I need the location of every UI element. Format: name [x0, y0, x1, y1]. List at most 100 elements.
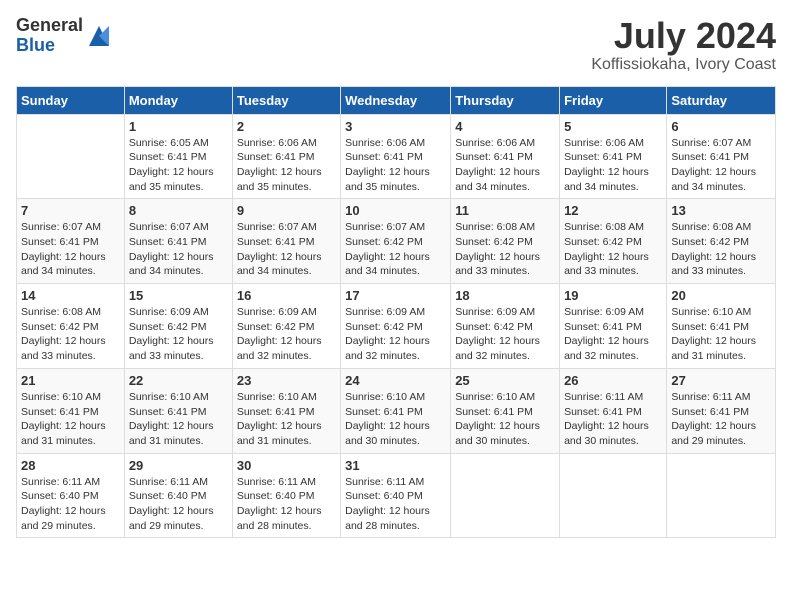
- calendar-cell: 2 Sunrise: 6:06 AMSunset: 6:41 PMDaylight…: [232, 114, 340, 199]
- logo-text: General Blue: [16, 16, 83, 56]
- header-row: SundayMondayTuesdayWednesdayThursdayFrid…: [17, 86, 776, 114]
- calendar-week-1: 1Sunrise: 6:05 AMSunset: 6:41 PMDaylight…: [17, 114, 776, 199]
- day-number: 19: [564, 288, 662, 303]
- calendar-cell: 31Sunrise: 6:11 AMSunset: 6:40 PMDayligh…: [341, 453, 451, 538]
- day-info: Sunrise: 6:07 AMSunset: 6:42 PMDaylight:…: [345, 220, 446, 279]
- calendar-week-4: 21 Sunrise: 6:10 AMSunset: 6:41 PMDayligh…: [17, 368, 776, 453]
- day-number: 3: [345, 119, 446, 134]
- day-number: 29: [129, 458, 228, 473]
- day-number: 12: [564, 203, 662, 218]
- calendar-cell: 4Sunrise: 6:06 AMSunset: 6:41 PMDaylight…: [451, 114, 560, 199]
- logo-blue: Blue: [16, 36, 83, 56]
- month-year-title: July 2024: [591, 16, 776, 56]
- day-info: Sunrise: 6:07 AMSunset: 6:41 PMDaylight:…: [237, 220, 336, 279]
- day-number: 22: [129, 373, 228, 388]
- header-day-thursday: Thursday: [451, 86, 560, 114]
- day-info: Sunrise: 6:11 AMSunset: 6:40 PMDaylight:…: [237, 475, 336, 534]
- calendar-table: SundayMondayTuesdayWednesdayThursdayFrid…: [16, 86, 776, 539]
- day-info: Sunrise: 6:07 AMSunset: 6:41 PMDaylight:…: [671, 136, 771, 195]
- calendar-cell: 19 Sunrise: 6:09 AMSunset: 6:41 PMDayligh…: [560, 284, 667, 369]
- day-number: 14: [21, 288, 120, 303]
- calendar-cell: 25 Sunrise: 6:10 AMSunset: 6:41 PMDayligh…: [451, 368, 560, 453]
- calendar-cell: 1Sunrise: 6:05 AMSunset: 6:41 PMDaylight…: [124, 114, 232, 199]
- header-day-friday: Friday: [560, 86, 667, 114]
- logo-icon: [85, 22, 113, 50]
- calendar-cell: 30Sunrise: 6:11 AMSunset: 6:40 PMDayligh…: [232, 453, 340, 538]
- day-number: 6: [671, 119, 771, 134]
- day-info: Sunrise: 6:06 AMSunset: 6:41 PMDaylight:…: [237, 136, 336, 195]
- day-info: Sunrise: 6:11 AMSunset: 6:41 PMDaylight:…: [564, 390, 662, 449]
- day-number: 10: [345, 203, 446, 218]
- day-info: Sunrise: 6:07 AMSunset: 6:41 PMDaylight:…: [21, 220, 120, 279]
- calendar-cell: 20 Sunrise: 6:10 AMSunset: 6:41 PMDayligh…: [667, 284, 776, 369]
- calendar-week-3: 14Sunrise: 6:08 AMSunset: 6:42 PMDayligh…: [17, 284, 776, 369]
- calendar-cell: [451, 453, 560, 538]
- calendar-cell: 29Sunrise: 6:11 AMSunset: 6:40 PMDayligh…: [124, 453, 232, 538]
- calendar-cell: 10 Sunrise: 6:07 AMSunset: 6:42 PMDayligh…: [341, 199, 451, 284]
- calendar-cell: 13 Sunrise: 6:08 AMSunset: 6:42 PMDayligh…: [667, 199, 776, 284]
- day-info: Sunrise: 6:08 AMSunset: 6:42 PMDaylight:…: [564, 220, 662, 279]
- calendar-cell: 3Sunrise: 6:06 AMSunset: 6:41 PMDaylight…: [341, 114, 451, 199]
- day-info: Sunrise: 6:08 AMSunset: 6:42 PMDaylight:…: [671, 220, 771, 279]
- day-number: 21: [21, 373, 120, 388]
- day-info: Sunrise: 6:11 AMSunset: 6:41 PMDaylight:…: [671, 390, 771, 449]
- day-number: 7: [21, 203, 120, 218]
- day-info: Sunrise: 6:11 AMSunset: 6:40 PMDaylight:…: [21, 475, 120, 534]
- day-number: 16: [237, 288, 336, 303]
- calendar-cell: 26 Sunrise: 6:11 AMSunset: 6:41 PMDayligh…: [560, 368, 667, 453]
- day-number: 25: [455, 373, 555, 388]
- calendar-cell: 16 Sunrise: 6:09 AMSunset: 6:42 PMDayligh…: [232, 284, 340, 369]
- calendar-week-2: 7 Sunrise: 6:07 AMSunset: 6:41 PMDaylight…: [17, 199, 776, 284]
- day-info: Sunrise: 6:09 AMSunset: 6:42 PMDaylight:…: [237, 305, 336, 364]
- calendar-cell: 28 Sunrise: 6:11 AMSunset: 6:40 PMDayligh…: [17, 453, 125, 538]
- day-info: Sunrise: 6:09 AMSunset: 6:41 PMDaylight:…: [564, 305, 662, 364]
- calendar-cell: [17, 114, 125, 199]
- day-info: Sunrise: 6:10 AMSunset: 6:41 PMDaylight:…: [345, 390, 446, 449]
- day-number: 20: [671, 288, 771, 303]
- day-info: Sunrise: 6:10 AMSunset: 6:41 PMDaylight:…: [455, 390, 555, 449]
- calendar-cell: 22 Sunrise: 6:10 AMSunset: 6:41 PMDayligh…: [124, 368, 232, 453]
- calendar-cell: 27Sunrise: 6:11 AMSunset: 6:41 PMDayligh…: [667, 368, 776, 453]
- day-info: Sunrise: 6:10 AMSunset: 6:41 PMDaylight:…: [21, 390, 120, 449]
- day-info: Sunrise: 6:10 AMSunset: 6:41 PMDaylight:…: [237, 390, 336, 449]
- calendar-cell: 23Sunrise: 6:10 AMSunset: 6:41 PMDayligh…: [232, 368, 340, 453]
- day-info: Sunrise: 6:10 AMSunset: 6:41 PMDaylight:…: [671, 305, 771, 364]
- day-number: 28: [21, 458, 120, 473]
- calendar-cell: 8 Sunrise: 6:07 AMSunset: 6:41 PMDaylight…: [124, 199, 232, 284]
- day-number: 17: [345, 288, 446, 303]
- day-info: Sunrise: 6:09 AMSunset: 6:42 PMDaylight:…: [129, 305, 228, 364]
- logo: General Blue: [16, 16, 113, 56]
- logo-general: General: [16, 16, 83, 36]
- calendar-week-5: 28 Sunrise: 6:11 AMSunset: 6:40 PMDayligh…: [17, 453, 776, 538]
- day-info: Sunrise: 6:07 AMSunset: 6:41 PMDaylight:…: [129, 220, 228, 279]
- day-number: 11: [455, 203, 555, 218]
- day-info: Sunrise: 6:06 AMSunset: 6:41 PMDaylight:…: [455, 136, 555, 195]
- header-day-saturday: Saturday: [667, 86, 776, 114]
- day-number: 13: [671, 203, 771, 218]
- calendar-cell: 17Sunrise: 6:09 AMSunset: 6:42 PMDayligh…: [341, 284, 451, 369]
- day-number: 31: [345, 458, 446, 473]
- day-number: 8: [129, 203, 228, 218]
- day-info: Sunrise: 6:06 AMSunset: 6:41 PMDaylight:…: [564, 136, 662, 195]
- day-number: 1: [129, 119, 228, 134]
- header-day-wednesday: Wednesday: [341, 86, 451, 114]
- calendar-cell: 7 Sunrise: 6:07 AMSunset: 6:41 PMDaylight…: [17, 199, 125, 284]
- calendar-cell: [667, 453, 776, 538]
- day-number: 24: [345, 373, 446, 388]
- day-number: 26: [564, 373, 662, 388]
- header-day-tuesday: Tuesday: [232, 86, 340, 114]
- header-day-monday: Monday: [124, 86, 232, 114]
- calendar-header: SundayMondayTuesdayWednesdayThursdayFrid…: [17, 86, 776, 114]
- title-section: July 2024 Koffissiokaha, Ivory Coast: [591, 16, 776, 74]
- day-info: Sunrise: 6:08 AMSunset: 6:42 PMDaylight:…: [455, 220, 555, 279]
- calendar-cell: 21 Sunrise: 6:10 AMSunset: 6:41 PMDayligh…: [17, 368, 125, 453]
- page-header: General Blue July 2024 Koffissiokaha, Iv…: [16, 16, 776, 74]
- day-info: Sunrise: 6:09 AMSunset: 6:42 PMDaylight:…: [455, 305, 555, 364]
- calendar-body: 1Sunrise: 6:05 AMSunset: 6:41 PMDaylight…: [17, 114, 776, 538]
- header-day-sunday: Sunday: [17, 86, 125, 114]
- calendar-cell: 6 Sunrise: 6:07 AMSunset: 6:41 PMDaylight…: [667, 114, 776, 199]
- calendar-cell: 24 Sunrise: 6:10 AMSunset: 6:41 PMDayligh…: [341, 368, 451, 453]
- day-number: 15: [129, 288, 228, 303]
- day-number: 2: [237, 119, 336, 134]
- day-info: Sunrise: 6:10 AMSunset: 6:41 PMDaylight:…: [129, 390, 228, 449]
